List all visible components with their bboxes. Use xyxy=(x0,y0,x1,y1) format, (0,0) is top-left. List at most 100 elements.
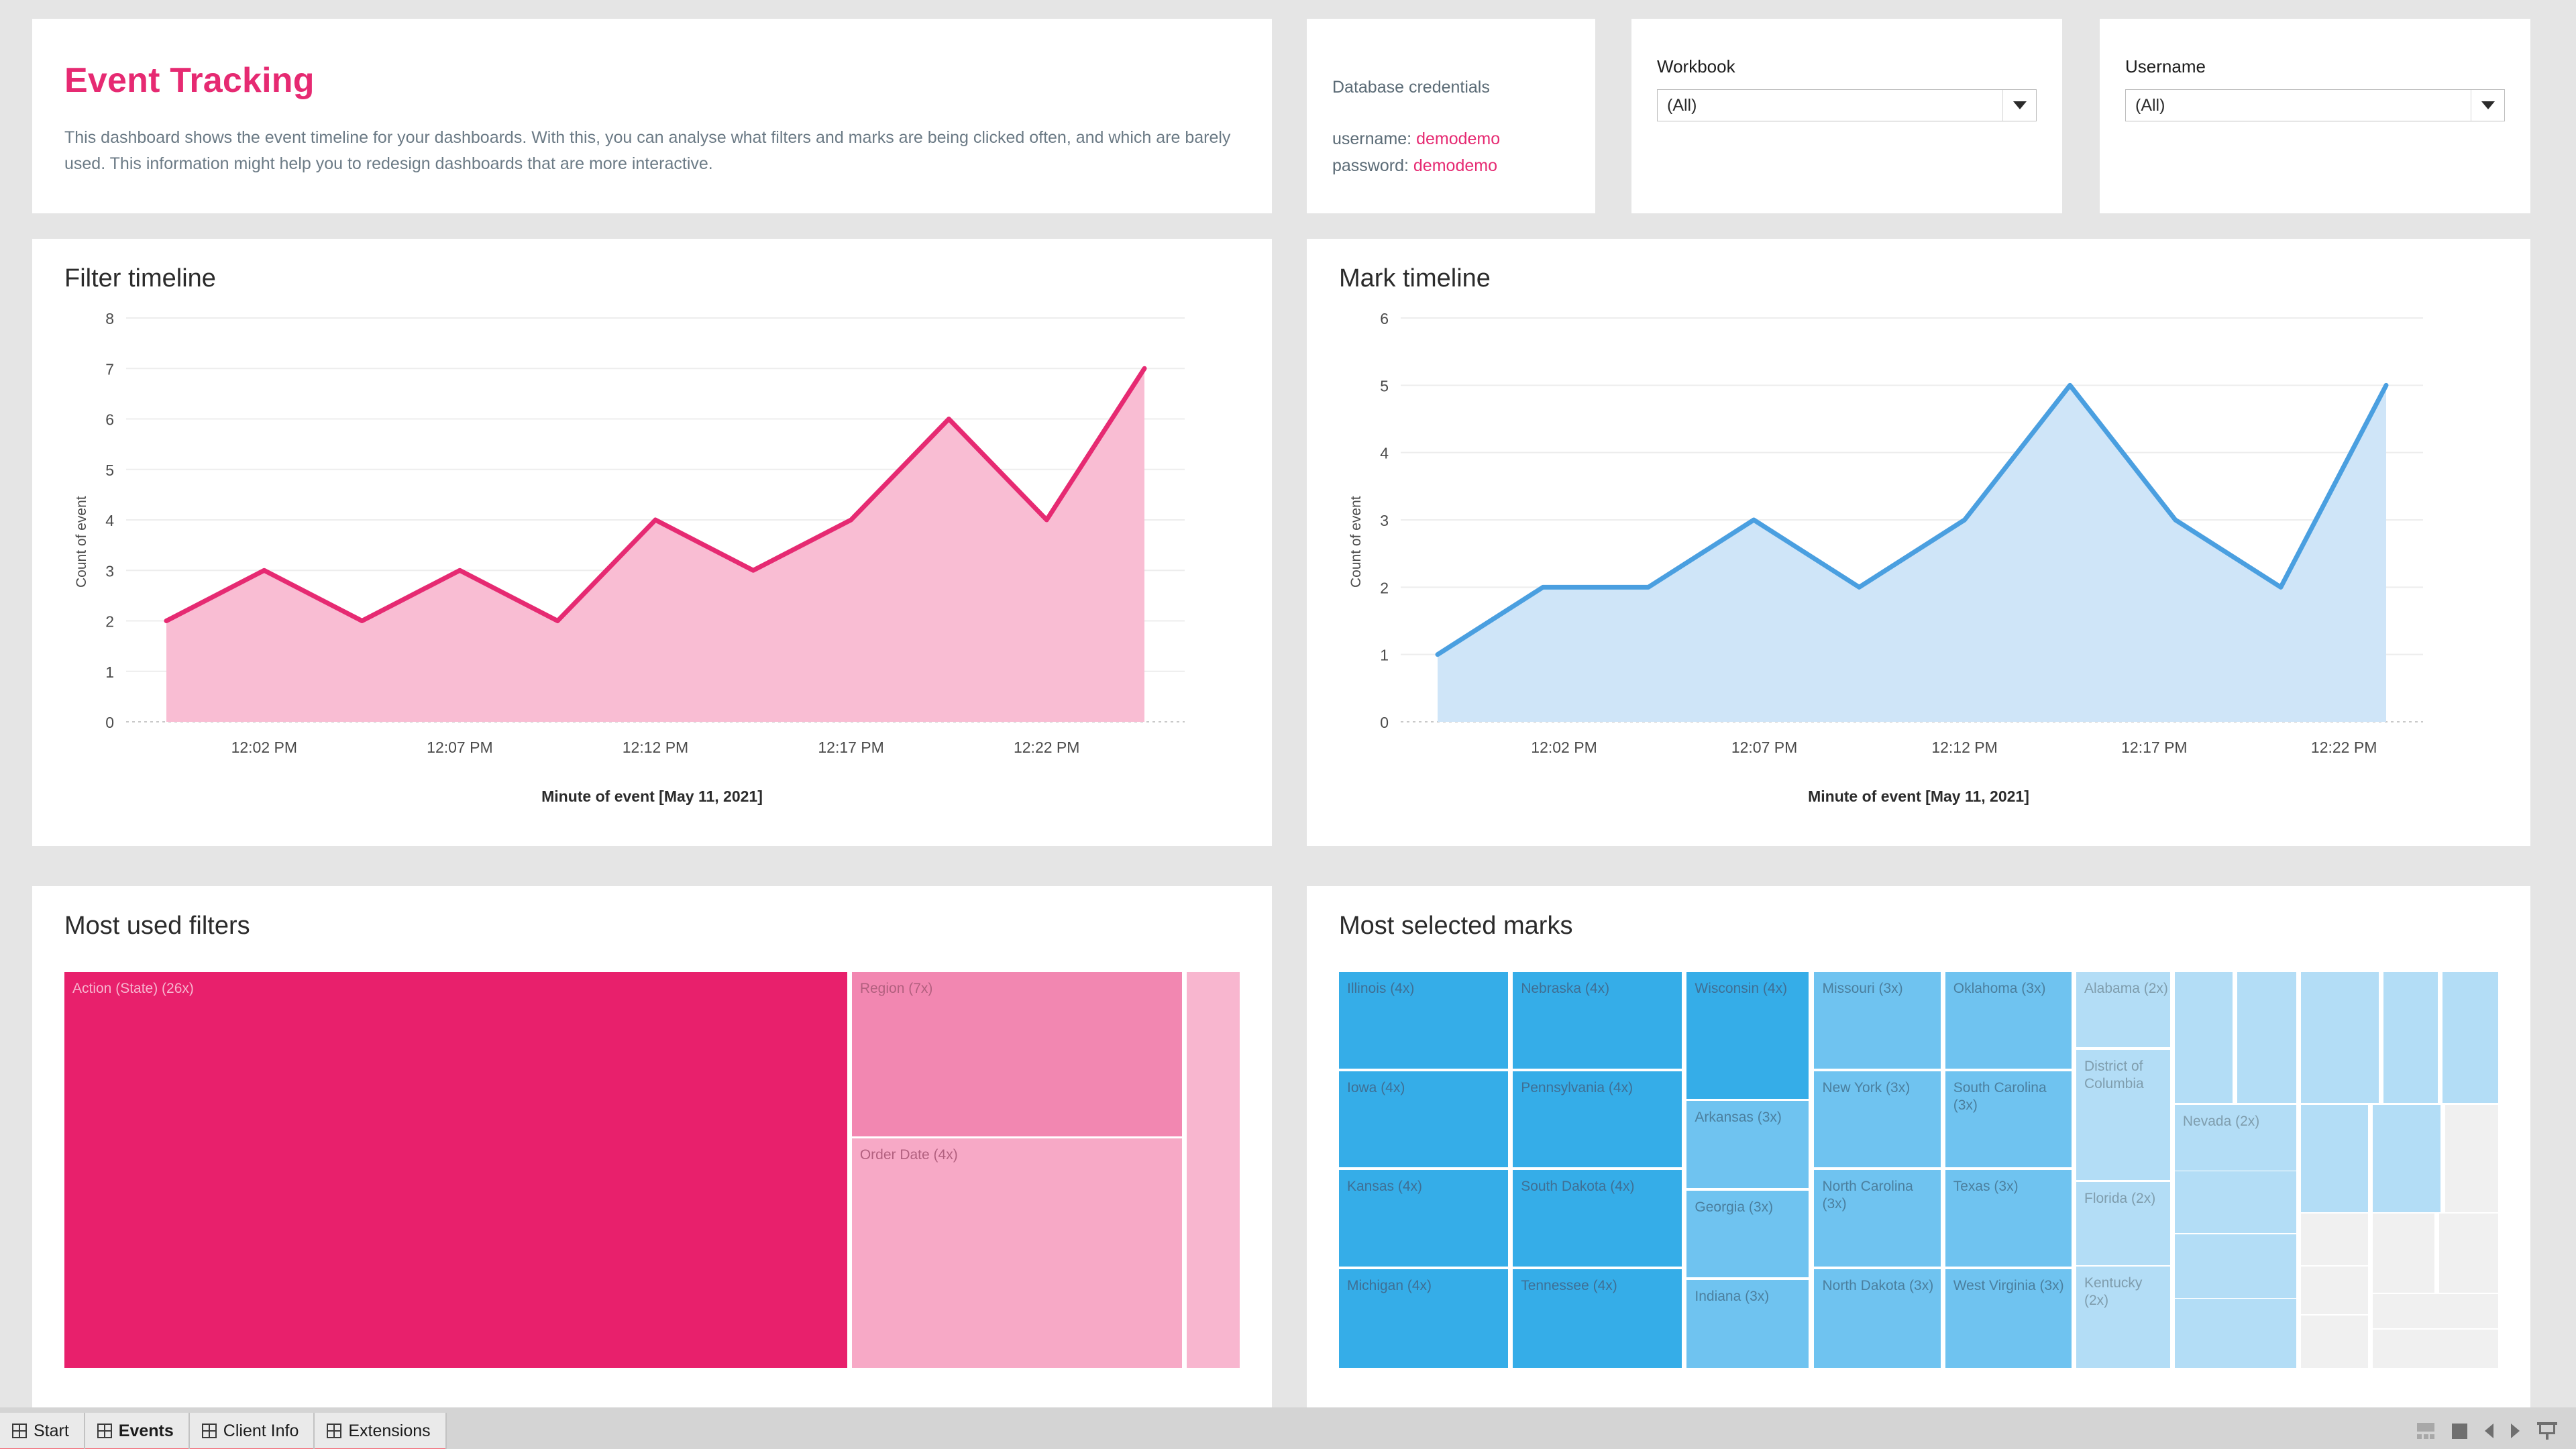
tab-client-info[interactable]: Client Info xyxy=(189,1413,315,1449)
layout-icon[interactable] xyxy=(2417,1423,2434,1439)
treemap-tile-label: Indiana (3x) xyxy=(1695,1289,1770,1305)
presentation-icon[interactable] xyxy=(2537,1422,2557,1440)
treemap-tile[interactable]: Florida (2x) xyxy=(2076,1181,2170,1265)
treemap-tile[interactable] xyxy=(2373,1330,2498,1368)
treemap-tile[interactable] xyxy=(2438,1213,2498,1293)
y-tick-label: 3 xyxy=(105,562,114,580)
page-title: Event Tracking xyxy=(64,61,315,100)
x-tick-label: 12:12 PM xyxy=(623,739,688,756)
treemap-tile[interactable] xyxy=(2301,972,2379,1103)
treemap-tile[interactable] xyxy=(2373,1105,2440,1212)
arrow-left-icon[interactable] xyxy=(2485,1424,2493,1438)
treemap-tile-label: Kentucky (2x) xyxy=(2084,1275,2143,1309)
x-tick-label: 12:02 PM xyxy=(231,739,297,756)
treemap-tile[interactable]: Illinois (4x) xyxy=(1339,972,1509,1069)
treemap-tile[interactable]: Alabama (2x) xyxy=(2076,972,2170,1048)
most-selected-marks-card: Most selected marks Illinois (4x) Iowa (4… xyxy=(1307,886,2530,1409)
treemap-tile[interactable]: South Carolina (3x) xyxy=(1945,1071,2072,1168)
y-tick-label: 4 xyxy=(1380,445,1389,462)
treemap-tile[interactable]: New York (3x) xyxy=(1814,1071,1941,1168)
treemap-tile[interactable] xyxy=(2301,1213,2369,1265)
treemap-tile-label: Missouri (3x) xyxy=(1822,981,1903,996)
treemap-tile[interactable] xyxy=(2301,1266,2369,1314)
y-tick-label: 0 xyxy=(105,714,114,731)
treemap-tile[interactable]: Indiana (3x) xyxy=(1686,1280,1809,1368)
y-tick-label: 7 xyxy=(105,360,114,378)
treemap-tile-label: Nebraska (4x) xyxy=(1521,981,1610,996)
treemap-tile[interactable]: Action (State) (26x) xyxy=(64,972,847,1368)
x-tick-label: 12:22 PM xyxy=(1014,739,1079,756)
treemap-tile-label: Iowa (4x) xyxy=(1347,1079,1405,1095)
treemap-tile[interactable]: Wisconsin (4x) xyxy=(1686,972,1809,1099)
workbook-filter-label: Workbook xyxy=(1657,56,1735,76)
filter-timeline-svg: 0 1 2 3 4 5 6 7 8 12:02 PM 12:07 PM 12:12 PM 12:17 P… xyxy=(105,310,1185,756)
treemap-tile[interactable]: Order Date (4x) xyxy=(851,1138,1183,1368)
username-filter-value: (All) xyxy=(2135,95,2165,115)
treemap-tile[interactable]: Georgia (3x) xyxy=(1686,1190,1809,1278)
treemap-tile-label: Arkansas (3x) xyxy=(1695,1110,1782,1126)
y-tick-label: 4 xyxy=(105,512,114,529)
treemap-tile[interactable]: Region (7x) xyxy=(851,972,1183,1136)
fit-square-icon[interactable] xyxy=(2452,1423,2467,1439)
treemap-tile[interactable]: District of Columbia xyxy=(2076,1049,2170,1181)
treemap-tile-label: Kansas (4x) xyxy=(1347,1179,1423,1194)
filter-timeline-plot: 0 1 2 3 4 5 6 7 8 12:02 PM 12:07 PM 12:12 PM 12:17 P… xyxy=(32,306,1272,843)
treemap-tile[interactable] xyxy=(2445,1105,2498,1212)
treemap-tile[interactable] xyxy=(1187,972,1240,1368)
workbook-filter-select[interactable]: (All) xyxy=(1657,89,2037,121)
treemap-tile[interactable]: Missouri (3x) xyxy=(1814,972,1941,1069)
arrow-right-icon[interactable] xyxy=(2511,1424,2520,1438)
treemap-tile-label: District of Columbia xyxy=(2084,1058,2144,1091)
treemap-tile[interactable]: North Carolina (3x) xyxy=(1814,1170,1941,1267)
treemap-tile[interactable]: Kentucky (2x) xyxy=(2076,1266,2170,1368)
treemap-tile[interactable]: West Virginia (3x) xyxy=(1945,1269,2072,1368)
y-tick-label: 0 xyxy=(1380,714,1389,731)
page-description: This dashboard shows the event timeline … xyxy=(64,128,1231,173)
treemap-tile[interactable] xyxy=(2174,1171,2297,1233)
treemap-tile[interactable]: Pennsylvania (4x) xyxy=(1513,1071,1682,1168)
treemap-tile[interactable] xyxy=(2383,972,2438,1103)
username-filter-select[interactable]: (All) xyxy=(2125,89,2505,121)
treemap-tile[interactable] xyxy=(2174,1299,2297,1368)
chevron-down-icon[interactable] xyxy=(2471,90,2504,121)
treemap-tile[interactable]: Tennessee (4x) xyxy=(1513,1269,1682,1368)
treemap-tile[interactable] xyxy=(2373,1294,2498,1328)
treemap-tile-label: Texas (3x) xyxy=(1953,1179,2019,1194)
password-credential-value: demodemo xyxy=(1413,156,1497,175)
treemap-tile[interactable]: Kansas (4x) xyxy=(1339,1170,1509,1267)
x-tick-label: 12:12 PM xyxy=(1931,739,1997,756)
y-tick-label: 8 xyxy=(105,310,114,327)
treemap-tile[interactable] xyxy=(2443,972,2498,1103)
chevron-down-icon[interactable] xyxy=(2002,90,2036,121)
treemap-tile[interactable]: Iowa (4x) xyxy=(1339,1071,1509,1168)
treemap-tile[interactable] xyxy=(2373,1213,2434,1293)
treemap-tile-label: Oklahoma (3x) xyxy=(1953,981,2046,996)
treemap-tile[interactable]: Arkansas (3x) xyxy=(1686,1101,1809,1189)
tab-start[interactable]: Start xyxy=(0,1413,85,1449)
treemap-tile-label: West Virginia (3x) xyxy=(1953,1277,2064,1293)
treemap-tile[interactable]: Nevada (2x) xyxy=(2174,1105,2297,1171)
x-tick-label: 12:02 PM xyxy=(1531,739,1597,756)
treemap-tile[interactable]: Michigan (4x) xyxy=(1339,1269,1509,1368)
area-fill xyxy=(166,368,1144,722)
mark-timeline-plot: 0 1 2 3 4 5 6 12:02 PM 12:07 PM 12:12 PM 12:17 PM 1… xyxy=(1307,306,2530,843)
tab-list: Start Events Client Info Extensions xyxy=(0,1413,447,1449)
tabbar-tools xyxy=(2417,1422,2576,1449)
treemap-tile[interactable] xyxy=(2237,972,2297,1103)
treemap-tile[interactable] xyxy=(2174,972,2233,1103)
tab-extensions[interactable]: Extensions xyxy=(315,1413,447,1449)
treemap-tile[interactable]: North Dakota (3x) xyxy=(1814,1269,1941,1368)
tab-events[interactable]: Events xyxy=(85,1413,190,1449)
treemap-tile[interactable]: Texas (3x) xyxy=(1945,1170,2072,1267)
mark-timeline-x-axis-label: Minute of event [May 11, 2021] xyxy=(1808,788,2029,805)
tabbar-spacer xyxy=(446,1413,2417,1449)
treemap-tile[interactable] xyxy=(2301,1316,2369,1368)
treemap-tile[interactable]: South Dakota (4x) xyxy=(1513,1170,1682,1267)
treemap-tile[interactable]: Oklahoma (3x) xyxy=(1945,972,2072,1069)
x-tick-label: 12:22 PM xyxy=(2311,739,2377,756)
mark-timeline-svg: 0 1 2 3 4 5 6 12:02 PM 12:07 PM 12:12 PM 12:17 PM 1… xyxy=(1380,310,2423,756)
most-used-filters-card: Most used filters Action (State) (26x) Re… xyxy=(32,886,1272,1409)
treemap-tile[interactable] xyxy=(2301,1105,2369,1212)
treemap-tile[interactable]: Nebraska (4x) xyxy=(1513,972,1682,1069)
treemap-tile[interactable] xyxy=(2174,1234,2297,1298)
